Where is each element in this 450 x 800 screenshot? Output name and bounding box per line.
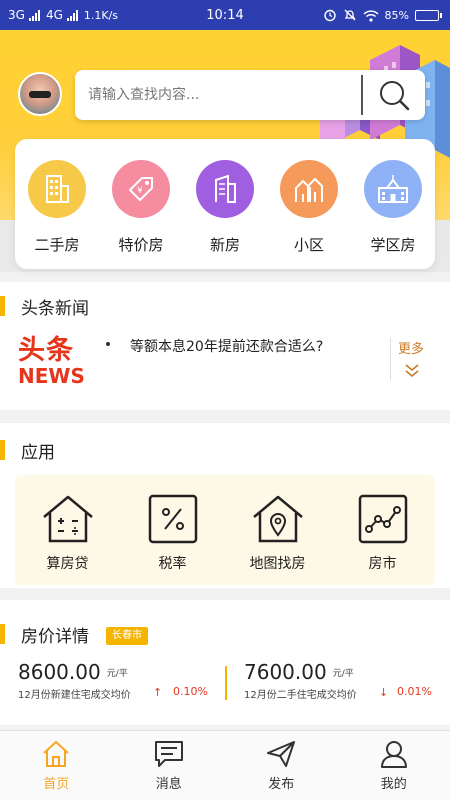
apps-section-title: 应用 <box>0 436 55 464</box>
search-icon <box>380 81 410 111</box>
network-speed: 1.1K/s <box>83 8 119 22</box>
send-icon <box>267 741 296 767</box>
price-unit: 元/平 <box>106 669 128 679</box>
price-value: 8600.00 <box>18 660 101 684</box>
price-description: 12月份新建住宅成交均价 <box>18 690 131 701</box>
houses-icon <box>280 160 338 218</box>
message-icon <box>154 741 183 767</box>
search-bar[interactable] <box>75 70 425 120</box>
category-label: 小区 <box>293 236 324 254</box>
building-icon <box>28 160 86 218</box>
new-building-icon <box>196 160 254 218</box>
svg-text:¥: ¥ <box>137 186 143 196</box>
double-chevron-down-icon[interactable] <box>404 362 420 378</box>
tab-label: 消息 <box>155 777 182 792</box>
signal-icon <box>66 9 78 21</box>
app-map-search[interactable]: 地图找房 <box>233 493 323 585</box>
status-bar: 3G 4G 1.1K/s 10:14 85% <box>0 0 450 30</box>
arrow-up-icon: ↑ <box>153 686 163 699</box>
wifi-icon <box>363 9 379 22</box>
status-left: 3G 4G 1.1K/s <box>8 8 118 22</box>
percent-icon <box>148 494 197 544</box>
category-community[interactable]: 小区 <box>271 160 347 269</box>
apps-panel: 算房贷 税率 地图找房 房市 <box>15 475 435 585</box>
mute-icon <box>344 9 356 21</box>
category-special-price[interactable]: ¥ 特价房 <box>103 160 179 269</box>
category-card: 二手房 ¥ 特价房 新房 小区 学区房 <box>15 139 435 269</box>
section-title-text: 应用 <box>21 442 55 463</box>
price-second-hand: 7600.00 元/平 12月份二手住宅成交均价 ↓ 0.01% <box>244 660 432 701</box>
news-section-title: 头条新闻 <box>0 292 89 320</box>
price-new-house: 8600.00 元/平 12月份新建住宅成交均价 ↑ 0.10% <box>18 660 208 701</box>
trend-chart-icon <box>358 494 407 544</box>
tab-label: 首页 <box>43 777 70 792</box>
calculator-house-icon <box>42 495 93 543</box>
news-logo-cn: 头条 <box>18 335 74 366</box>
price-section: 房价详情 长春市 8600.00 元/平 12月份新建住宅成交均价 ↑ 0.10%… <box>0 600 450 725</box>
tab-mine[interactable]: 我的 <box>338 731 450 800</box>
category-school-district[interactable]: 学区房 <box>355 160 431 269</box>
app-housing-market[interactable]: 房市 <box>338 493 428 585</box>
battery-percent: 85% <box>384 8 409 22</box>
category-new-house[interactable]: 新房 <box>187 160 263 269</box>
section-title-text: 房价详情 <box>21 626 89 647</box>
tab-home[interactable]: 首页 <box>0 731 113 800</box>
bullet-dot <box>106 342 110 346</box>
app-label: 税率 <box>158 556 187 572</box>
app-tax-rate[interactable]: 税率 <box>128 493 218 585</box>
search-button[interactable] <box>363 70 425 120</box>
price-description: 12月份二手住宅成交均价 <box>244 690 357 701</box>
tab-publish[interactable]: 发布 <box>225 731 338 800</box>
tab-label: 发布 <box>268 777 295 792</box>
app-label: 地图找房 <box>249 556 306 572</box>
app-label: 房市 <box>368 556 397 572</box>
category-label: 二手房 <box>34 236 80 254</box>
network-type-1: 3G <box>8 8 25 22</box>
category-second-hand[interactable]: 二手房 <box>19 160 95 269</box>
price-tag-icon: ¥ <box>112 160 170 218</box>
city-badge[interactable]: 长春市 <box>106 627 148 645</box>
toutiao-news-logo: 头条 NEWS <box>18 337 88 386</box>
news-section: 头条新闻 头条 NEWS 等额本息20年提前还款合适么? 更多 <box>0 282 450 410</box>
map-pin-house-icon <box>252 495 303 543</box>
section-title-text: 头条新闻 <box>21 298 89 319</box>
price-divider <box>225 666 227 700</box>
alarm-icon <box>323 9 336 22</box>
price-change: 0.10% <box>173 685 208 698</box>
arrow-down-icon: ↓ <box>379 686 389 699</box>
price-change: 0.01% <box>397 685 432 698</box>
school-icon <box>364 160 422 218</box>
news-logo-en: NEWS <box>18 364 85 388</box>
price-section-title: 房价详情 <box>0 620 89 648</box>
search-input[interactable] <box>75 70 361 120</box>
category-label: 特价房 <box>118 236 164 254</box>
status-right: 85% <box>323 8 442 22</box>
apps-section: 应用 算房贷 税率 地图找房 房市 <box>0 423 450 588</box>
network-type-2: 4G <box>45 8 63 22</box>
app-label: 算房贷 <box>46 556 89 572</box>
signal-icon <box>28 9 40 21</box>
tab-label: 我的 <box>380 777 407 792</box>
price-unit: 元/平 <box>332 669 354 679</box>
app-mortgage-calculator[interactable]: 算房贷 <box>23 493 113 585</box>
section-accent-bar <box>0 296 5 316</box>
section-accent-bar <box>0 440 5 460</box>
section-accent-bar <box>0 624 5 644</box>
tab-messages[interactable]: 消息 <box>113 731 226 800</box>
bottom-tab-bar: 首页 消息 发布 我的 <box>0 730 450 800</box>
news-more-link[interactable]: 更多 <box>398 338 424 357</box>
news-divider <box>390 338 391 380</box>
category-label: 学区房 <box>370 236 416 254</box>
category-label: 新房 <box>209 236 240 254</box>
home-icon <box>43 741 69 767</box>
price-value: 7600.00 <box>244 660 327 684</box>
battery-icon <box>415 9 442 21</box>
news-headline[interactable]: 等额本息20年提前还款合适么? <box>130 336 323 356</box>
user-icon <box>380 741 407 768</box>
avatar[interactable] <box>18 72 62 116</box>
